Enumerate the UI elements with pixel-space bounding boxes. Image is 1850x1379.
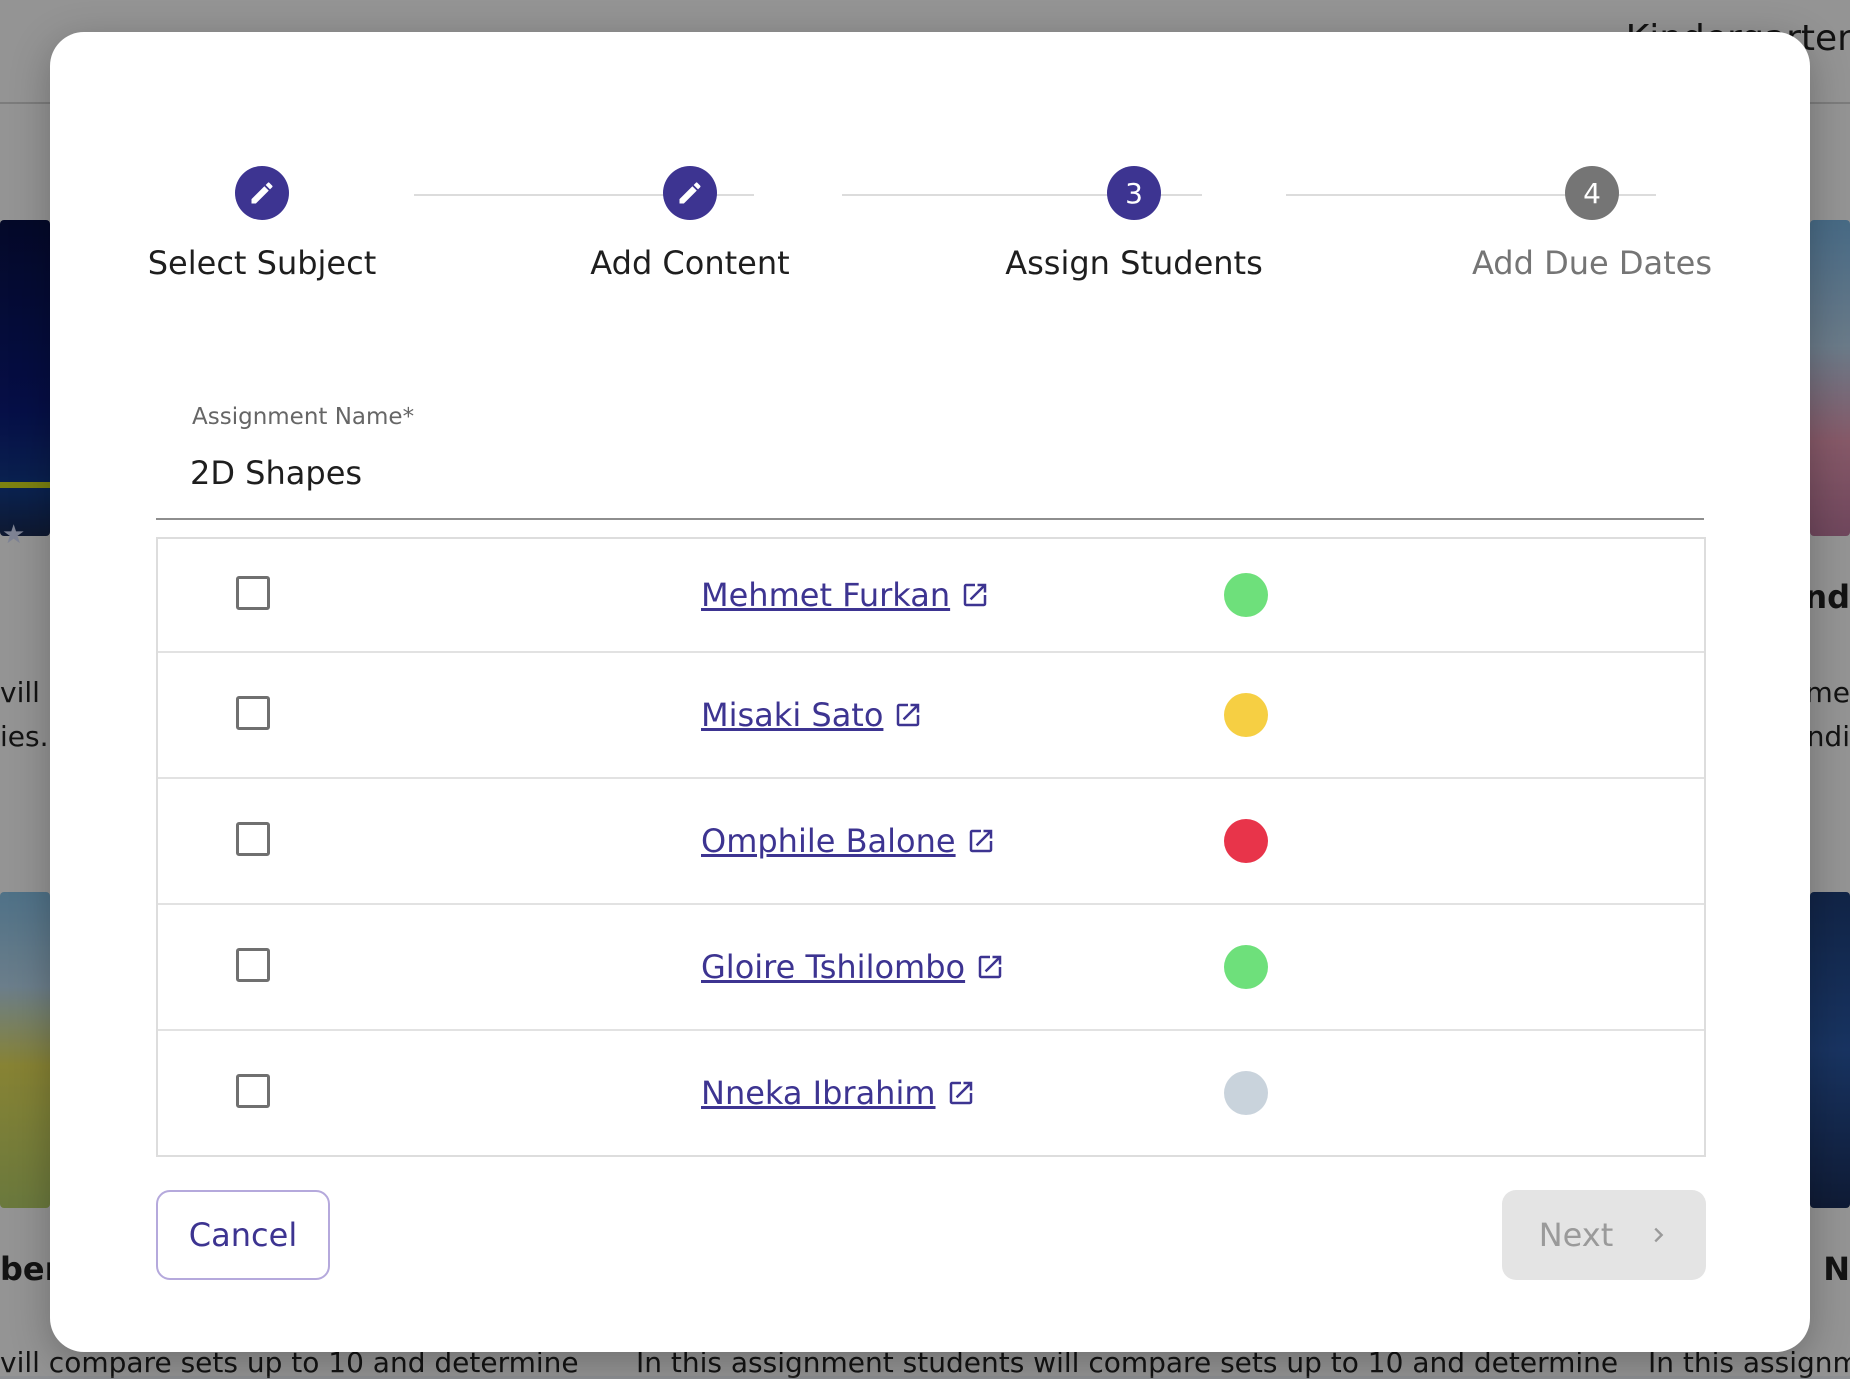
step-label: Select Subject (147, 244, 377, 282)
status-dot (1224, 1071, 1268, 1115)
external-link-icon (897, 703, 920, 727)
table-row: Gloire Tshilombo (158, 903, 1704, 1029)
student-link[interactable]: Misaki Sato (701, 696, 923, 734)
chevron-right-icon (1654, 1227, 1664, 1243)
assignment-modal: Select Subject Add Content 3 Assign Stud… (50, 32, 1810, 1352)
table-row: Nneka Ibrahim (158, 1029, 1704, 1155)
student-name: Gloire Tshilombo (701, 948, 966, 986)
student-link[interactable]: Gloire Tshilombo (701, 948, 1005, 986)
student-checkbox[interactable] (236, 948, 270, 982)
step-number: 4 (1565, 166, 1619, 220)
student-table: Mehmet Furkan Misaki Sato Omphile Balone (156, 537, 1706, 1157)
pencil-icon (235, 166, 289, 220)
next-button[interactable]: Next (1502, 1190, 1706, 1280)
next-button-label: Next (1538, 1216, 1614, 1254)
step-assign-students: 3 Assign Students (954, 136, 1314, 282)
assignment-name-label: Assignment Name* (192, 404, 415, 430)
student-name: Nneka Ibrahim (701, 1074, 936, 1112)
student-link[interactable]: Mehmet Furkan (701, 576, 990, 614)
student-checkbox[interactable] (236, 576, 270, 610)
student-checkbox[interactable] (236, 1074, 270, 1108)
cancel-button[interactable]: Cancel (156, 1190, 330, 1280)
student-checkbox[interactable] (236, 696, 270, 730)
assignment-name-field: Assignment Name* (156, 370, 1704, 520)
status-dot (1224, 819, 1268, 863)
step-add-due-dates: 4 Add Due Dates (1412, 136, 1772, 282)
step-add-content[interactable]: Add Content (510, 136, 870, 282)
step-label: Assign Students (1005, 244, 1263, 282)
student-name: Mehmet Furkan (701, 576, 951, 614)
student-checkbox[interactable] (236, 822, 270, 856)
student-name: Misaki Sato (701, 696, 884, 734)
pencil-icon (663, 166, 717, 220)
status-dot (1224, 693, 1268, 737)
step-label: Add Due Dates (1471, 244, 1713, 282)
external-link-icon (969, 829, 992, 853)
status-dot (1224, 945, 1268, 989)
step-number: 3 (1107, 166, 1161, 220)
table-row: Mehmet Furkan (158, 539, 1704, 651)
step-label: Add Content (590, 244, 790, 282)
assignment-name-input[interactable] (190, 454, 1590, 492)
student-link[interactable]: Nneka Ibrahim (701, 1074, 976, 1112)
external-link-icon (978, 955, 1002, 979)
external-link-icon (963, 583, 987, 607)
table-row: Omphile Balone (158, 777, 1704, 903)
step-select-subject[interactable]: Select Subject (82, 136, 442, 282)
student-name: Omphile Balone (701, 822, 956, 860)
stepper: Select Subject Add Content 3 Assign Stud… (148, 136, 1754, 306)
external-link-icon (949, 1081, 972, 1105)
table-row: Misaki Sato (158, 651, 1704, 777)
student-link[interactable]: Omphile Balone (701, 822, 996, 860)
status-dot (1224, 573, 1268, 617)
